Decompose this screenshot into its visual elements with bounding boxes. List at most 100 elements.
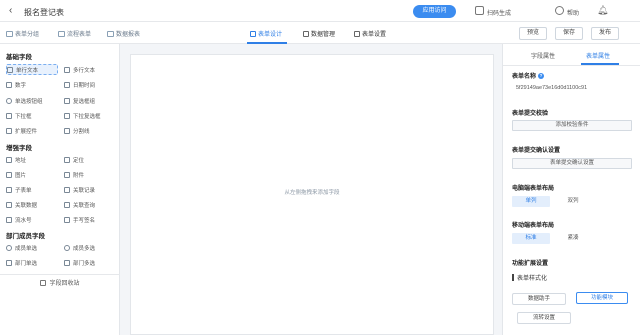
field-label: 多行文本 [73, 67, 96, 74]
text-icon [7, 66, 13, 73]
mobile-layout-standard[interactable]: 标准 [512, 233, 550, 244]
tab-label: 表单设置 [362, 32, 387, 38]
app-access-button[interactable]: 应用访问 [413, 5, 456, 18]
field-linked-query[interactable]: 关联查询 [64, 199, 116, 210]
field-dept-single[interactable]: 部门单选 [6, 257, 58, 268]
help-icon[interactable] [555, 6, 564, 15]
field-label: 关联记录 [73, 187, 96, 194]
pc-layout-single[interactable]: 单列 [512, 196, 550, 207]
recycle-label: 字段回收站 [49, 281, 80, 287]
field-label: 子表单 [15, 187, 32, 194]
field-label: 成员多选 [73, 245, 96, 252]
data-assistant-button[interactable]: 数据助手 [512, 293, 566, 305]
share-label[interactable]: 扫码生成 [487, 8, 511, 17]
field-attachment[interactable]: 附件 [64, 169, 116, 180]
section-title-department: 部门成员字段 [6, 233, 45, 240]
tab-label: 流程表单 [67, 32, 92, 38]
pc-layout-label: 电脑端表单布局 [512, 186, 555, 192]
field-label: 关联数据 [15, 202, 38, 209]
field-member-single[interactable]: 成员单选 [6, 242, 58, 253]
canvas-empty-tip: 从左侧拖拽来添加字段 [284, 190, 340, 196]
field-label: 图片 [15, 172, 27, 179]
field-extension[interactable]: 扩展控件 [6, 125, 58, 136]
divider [503, 65, 640, 66]
serial-icon [6, 216, 12, 223]
label-text: 表单名称 [512, 74, 537, 80]
help-icon[interactable]: ? [538, 72, 545, 79]
extension-icon [6, 127, 12, 134]
location-icon [64, 156, 70, 163]
field-image[interactable]: 图片 [6, 169, 58, 180]
field-location[interactable]: 定位 [64, 154, 116, 165]
tab-process-form[interactable]: 流程表单 [58, 29, 91, 38]
query-icon [64, 201, 70, 208]
section-title-basic: 基础字段 [6, 54, 32, 61]
toggle-marker-icon [512, 274, 514, 281]
field-recycle-bin-button[interactable]: 字段回收站 [0, 274, 120, 290]
flow-settings-button[interactable]: 流转设置 [517, 312, 571, 324]
tab-form-design[interactable]: 表单设计 [250, 29, 282, 38]
field-label: 定位 [73, 157, 85, 164]
field-divider[interactable]: 分割线 [64, 125, 116, 136]
field-linked-record[interactable]: 关联记录 [64, 184, 116, 195]
submit-confirm-button[interactable]: 表单提交确认设置 [512, 158, 632, 169]
users-icon [64, 244, 70, 251]
data-icon [303, 30, 309, 37]
field-subform[interactable]: 子表单 [6, 184, 58, 195]
publish-button[interactable]: 发布 [591, 27, 619, 40]
field-label: 部门多选 [73, 260, 96, 267]
save-button[interactable]: 保存 [555, 27, 583, 40]
tab-data-manage[interactable]: 数据管理 [303, 29, 335, 38]
field-address[interactable]: 地址 [6, 154, 58, 165]
form-style-toggle[interactable]: 表单样式化 [512, 273, 547, 282]
recycle-icon [40, 279, 47, 286]
field-signature[interactable]: 手写签名 [64, 214, 116, 225]
form-canvas[interactable]: 从左侧拖拽来添加字段 [130, 54, 494, 335]
field-select[interactable]: 下拉框 [6, 110, 58, 121]
tab-field-properties[interactable]: 字段属性 [531, 51, 555, 60]
qrcode-icon[interactable] [475, 6, 484, 15]
field-datetime[interactable]: 日期时间 [64, 79, 116, 90]
select-icon [6, 112, 12, 119]
attachment-icon [64, 171, 70, 178]
form-name-value[interactable]: 5f29149ae73e16d0d1100c91 [512, 83, 632, 94]
field-member-multi[interactable]: 成员多选 [64, 242, 116, 253]
field-serial-number[interactable]: 流水号 [6, 214, 58, 225]
field-label: 下拉复选框 [73, 113, 101, 120]
field-label: 关联查询 [73, 202, 96, 209]
help-label[interactable]: 帮助 [567, 8, 579, 17]
pc-layout-double[interactable]: 双列 [554, 196, 592, 207]
field-multi-text[interactable]: 多行文本 [64, 64, 116, 75]
tab-data-report[interactable]: 数据报表 [107, 29, 140, 38]
field-linked-data[interactable]: 关联数据 [6, 199, 58, 210]
tab-form-group[interactable]: 表单分组 [6, 29, 39, 38]
multi-select-icon [64, 112, 70, 119]
field-label: 复选框组 [73, 98, 96, 105]
field-label: 地址 [15, 157, 27, 164]
function-module-button[interactable]: 功能模块 [576, 292, 628, 304]
toggle-label: 表单样式化 [517, 276, 548, 282]
form-name-label: 表单名称 ? [512, 71, 545, 80]
flow-icon [58, 30, 65, 37]
field-single-text[interactable]: 单行文本 [6, 64, 58, 75]
section-title-enhanced: 增强字段 [6, 145, 32, 152]
field-checkbox-group[interactable]: 复选框组 [64, 95, 116, 106]
chevron-left-icon[interactable]: ‹ [9, 5, 12, 17]
tab-form-properties[interactable]: 表单属性 [586, 51, 610, 60]
properties-panel: 字段属性 表单属性 表单名称 ? 5f29149ae73e16d0d1100c9… [502, 44, 640, 335]
tab-form-settings[interactable]: 表单设置 [354, 29, 386, 38]
field-multi-select[interactable]: 下拉复选框 [64, 110, 116, 121]
mobile-layout-compact[interactable]: 紧凑 [554, 233, 592, 244]
preview-button[interactable]: 预览 [519, 27, 547, 40]
extend-settings-label: 功能扩展设置 [512, 261, 549, 267]
field-radio-group[interactable]: 单选按钮组 [6, 95, 58, 106]
active-tab-indicator [247, 42, 287, 44]
field-dept-multi[interactable]: 部门多选 [64, 257, 116, 268]
app-title: 报名登记表 [24, 8, 64, 17]
sub-nav-bar: 表单分组 流程表单 数据报表 表单设计 数据管理 表单设置 预览 保存 发布 [0, 22, 640, 44]
signature-icon [64, 216, 70, 223]
bell-icon[interactable]: 🔔︎ [597, 5, 608, 16]
field-number[interactable]: 数字 [6, 79, 58, 90]
field-library-panel: 基础字段 单行文本 多行文本 数字 日期时间 单选按钮组 复选框组 下拉框 下拉… [0, 44, 120, 335]
add-check-condition-button[interactable]: 添加校验条件 [512, 120, 632, 131]
